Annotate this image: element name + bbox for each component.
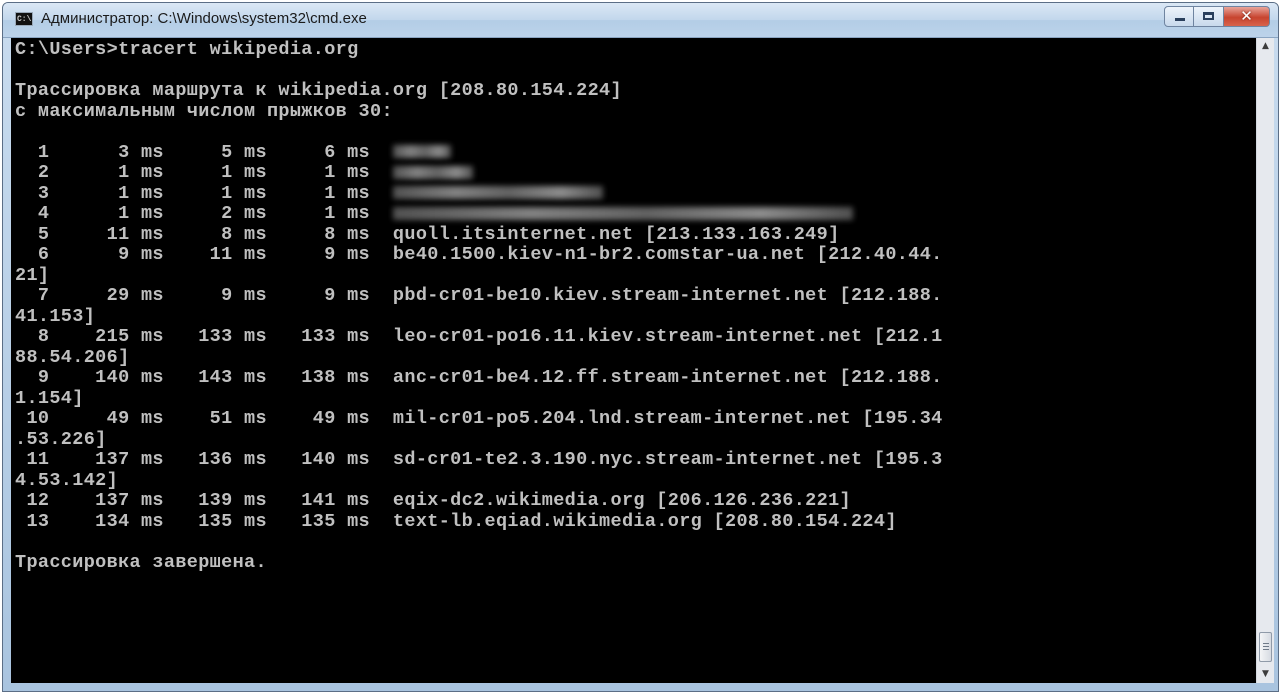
console-line: C:\Users>tracert wikipedia.org <box>15 39 359 60</box>
console-output[interactable]: C:\Users>tracert wikipedia.org Трассировк… <box>11 38 1256 683</box>
console-line: с максимальным числом прыжков 30: <box>15 100 393 122</box>
console-line: 7 29 ms 9 ms 9 ms pbd-cr01-be10.kiev.str… <box>15 285 943 306</box>
console-line: 6 9 ms 11 ms 9 ms be40.1500.kiev-n1-br2.… <box>15 244 943 265</box>
console-line: 11 137 ms 136 ms 140 ms sd-cr01-te2.3.19… <box>15 449 943 470</box>
window-title: Администратор: C:\Windows\system32\cmd.e… <box>41 10 367 27</box>
cmd-window: C:\ Администратор: C:\Windows\system32\c… <box>2 2 1279 692</box>
hop-row-text: 1 3 ms 5 ms 6 ms <box>15 141 393 163</box>
redacted-address <box>392 206 853 220</box>
grip-icon <box>1263 643 1269 644</box>
hop-row-text: 4 1 ms 2 ms 1 ms <box>15 203 393 224</box>
console-line: 12 137 ms 139 ms 141 ms eqix-dc2.wikimed… <box>15 490 851 511</box>
minimize-icon <box>1175 18 1185 21</box>
scroll-down-icon[interactable]: ▼ <box>1257 666 1274 683</box>
cmd-icon[interactable]: C:\ <box>15 12 33 26</box>
redacted-address <box>392 165 473 179</box>
close-button[interactable]: ✕ <box>1224 6 1270 27</box>
hop-row-text: 3 1 ms 1 ms 1 ms <box>15 182 393 204</box>
minimize-button[interactable] <box>1164 6 1194 27</box>
console-line: 4 1 ms 2 ms 1 ms <box>15 203 1256 225</box>
console-line: Трассировка маршрута к wikipedia.org [20… <box>15 80 622 101</box>
vertical-scrollbar[interactable]: ▲ ▼ <box>1256 38 1274 683</box>
redacted-address <box>392 145 451 159</box>
hop-row-text: 2 1 ms 1 ms 1 ms <box>15 162 393 183</box>
console-line: .53.226] <box>15 428 107 450</box>
console-line: 9 140 ms 143 ms 138 ms anc-cr01-be4.12.f… <box>15 367 943 388</box>
console-line: Трассировка завершена. <box>15 551 267 573</box>
console-line: 13 134 ms 135 ms 135 ms text-lb.eqiad.wi… <box>15 510 897 532</box>
console-line: 8 215 ms 133 ms 133 ms leo-cr01-po16.11.… <box>15 326 943 347</box>
console-text: C:\Users>tracert wikipedia.org Трассировк… <box>11 38 1256 573</box>
console-line: 21] <box>15 264 50 286</box>
console-line: 1.154] <box>15 387 84 409</box>
redacted-address <box>392 186 603 200</box>
console-line: 10 49 ms 51 ms 49 ms mil-cr01-po5.204.ln… <box>15 408 943 429</box>
grip-icon <box>1263 646 1269 647</box>
console-line: 1 3 ms 5 ms 6 ms <box>15 141 1256 164</box>
maximize-icon <box>1203 12 1214 20</box>
console-line: 4.53.142] <box>15 469 119 491</box>
scroll-thumb[interactable] <box>1259 632 1272 662</box>
console-line: 3 1 ms 1 ms 1 ms <box>15 182 1256 205</box>
scroll-up-icon[interactable]: ▲ <box>1257 38 1274 55</box>
console-line: 88.54.206] <box>15 346 130 368</box>
console-line: 41.153] <box>15 305 96 327</box>
maximize-button[interactable] <box>1194 6 1224 27</box>
grip-icon <box>1263 649 1269 650</box>
window-controls: ✕ <box>1164 6 1270 28</box>
console-line: 2 1 ms 1 ms 1 ms <box>15 162 1256 184</box>
title-bar[interactable]: C:\ Администратор: C:\Windows\system32\c… <box>3 3 1278 38</box>
close-icon: ✕ <box>1240 7 1253 25</box>
console-line: 5 11 ms 8 ms 8 ms quoll.itsinternet.net … <box>15 223 840 245</box>
